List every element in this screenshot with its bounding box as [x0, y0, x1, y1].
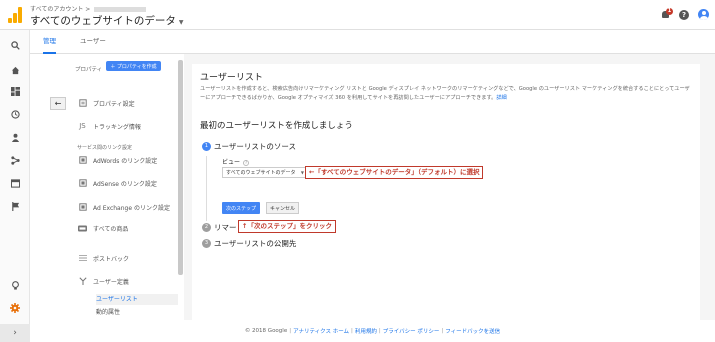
clock-icon[interactable]: [8, 107, 22, 121]
chevron-down-icon: ▼: [300, 170, 304, 175]
help-icon[interactable]: ?: [243, 159, 250, 166]
search-icon[interactable]: [8, 38, 22, 52]
footer-link-privacy[interactable]: プライバシー ポリシー: [383, 327, 440, 335]
tab-bar: 管理 ユーザー: [30, 30, 715, 54]
stepper-line: [206, 156, 207, 221]
section-heading: 最初のユーザーリストを作成しましょう: [200, 121, 353, 131]
home-icon[interactable]: [8, 63, 22, 77]
notifications-icon[interactable]: 1: [661, 7, 673, 20]
cancel-button[interactable]: キャンセル: [266, 202, 299, 214]
flag-icon[interactable]: [8, 199, 22, 213]
notification-badge: 1: [666, 7, 673, 15]
tab-admin[interactable]: 管理: [43, 30, 56, 54]
step-number-3: 3: [202, 239, 211, 248]
admin-property-panel: プロパティ ＋ プロパティを作成 ← プロパティ設定 JS トラッキング情報 サ…: [30, 54, 184, 342]
step-number-2: 2: [202, 223, 211, 232]
main-content: ユーザーリスト ユーザーリストを作成すると、検索広告向けリマーケティング リスト…: [184, 54, 715, 320]
tab-user[interactable]: ユーザー: [80, 30, 106, 54]
tracking-code-icon: JS: [79, 122, 86, 130]
analytics-logo-icon[interactable]: [8, 7, 22, 23]
menu-item-postback[interactable]: ポストバック: [78, 252, 129, 264]
annotation-click-next: ↑「次のステップ」をクリック: [238, 220, 336, 233]
panel-scrollbar[interactable]: [178, 60, 183, 275]
menu-item-adwords-link[interactable]: AdWords のリンク設定: [78, 154, 157, 166]
lightbulb-icon[interactable]: [8, 278, 22, 292]
property-label: プロパティ: [75, 67, 103, 73]
account-breadcrumb[interactable]: すべてのアカウント >: [30, 4, 147, 13]
chevron-down-icon: ▼: [178, 19, 184, 26]
create-property-button[interactable]: ＋ プロパティを作成: [106, 61, 161, 71]
footer: © 2018 Google | アナリティクス ホーム | 利用規約 | プライバシー…: [244, 327, 501, 335]
user-list-card: ユーザーリスト ユーザーリストを作成すると、検索広告向けリマーケティング リスト…: [192, 64, 700, 320]
admin-gear-icon[interactable]: [8, 301, 22, 315]
expand-nav-chevron-icon[interactable]: ›: [0, 324, 30, 342]
step-title-remarketing: リマー: [214, 223, 237, 232]
arrow-left-icon[interactable]: ←: [50, 97, 66, 110]
sub-item-dynamic-attributes[interactable]: 動的属性: [96, 307, 120, 316]
adexchange-link-icon: [78, 203, 87, 212]
annotation-select-view: ←「すべてのウェブサイトのデータ」（デフォルト）に選択: [305, 166, 484, 179]
step-title-source: ユーザーリストのソース: [214, 142, 296, 151]
page-description: ユーザーリストを作成すると、検索広告向けリマーケティング リストと Google…: [200, 86, 690, 101]
behavior-icon[interactable]: [8, 176, 22, 190]
footer-link-analytics-home[interactable]: アナリティクス ホーム: [293, 327, 349, 335]
view-select[interactable]: すべてのウェブサイトのデータ ▼: [222, 167, 308, 178]
view-selector[interactable]: すべてのウェブサイトのデータ ▼: [30, 13, 183, 28]
menu-item-property-settings[interactable]: プロパティ設定: [78, 97, 135, 109]
view-field-label: ビュー?: [222, 159, 250, 166]
footer-link-terms[interactable]: 利用規約: [355, 327, 377, 335]
product-linking-section-label: サービス間のリンク設定: [77, 145, 133, 151]
postback-icon: [78, 254, 87, 263]
learn-more-link[interactable]: 詳細: [496, 95, 506, 101]
next-step-button[interactable]: 次のステップ: [222, 202, 260, 214]
redacted-account-name: [94, 7, 147, 12]
left-navigation: ›: [0, 30, 30, 342]
step-number-1: 1: [202, 142, 211, 151]
page-title: ユーザーリスト: [200, 73, 263, 83]
menu-item-adexchange-link[interactable]: Ad Exchange のリンク設定: [78, 201, 170, 213]
all-products-icon: [78, 224, 87, 233]
menu-item-audience-definitions[interactable]: ユーザー定義: [78, 275, 129, 287]
help-icon[interactable]: ?: [679, 9, 689, 20]
audience-definitions-icon: [78, 277, 87, 286]
dashboard-icon[interactable]: [8, 84, 22, 98]
footer-link-feedback[interactable]: フィードバックを送信: [445, 327, 500, 335]
avatar[interactable]: [698, 9, 709, 20]
menu-item-adsense-link[interactable]: AdSense のリンク設定: [78, 177, 157, 189]
property-settings-icon: [78, 99, 87, 108]
menu-item-all-products[interactable]: すべての商品: [78, 222, 128, 234]
menu-item-tracking-info[interactable]: JS トラッキング情報: [78, 120, 141, 132]
step-title-destinations: ユーザーリストの公開先: [214, 239, 297, 248]
copyright: © 2018 Google: [244, 328, 288, 334]
adwords-link-icon: [78, 156, 87, 165]
sub-item-user-list[interactable]: ユーザーリスト: [96, 294, 178, 305]
person-icon[interactable]: [8, 130, 22, 144]
adsense-link-icon: [78, 179, 87, 188]
acquisition-icon[interactable]: [8, 153, 22, 167]
top-bar: すべてのアカウント > すべてのウェブサイトのデータ ▼ 1 ?: [0, 0, 715, 30]
